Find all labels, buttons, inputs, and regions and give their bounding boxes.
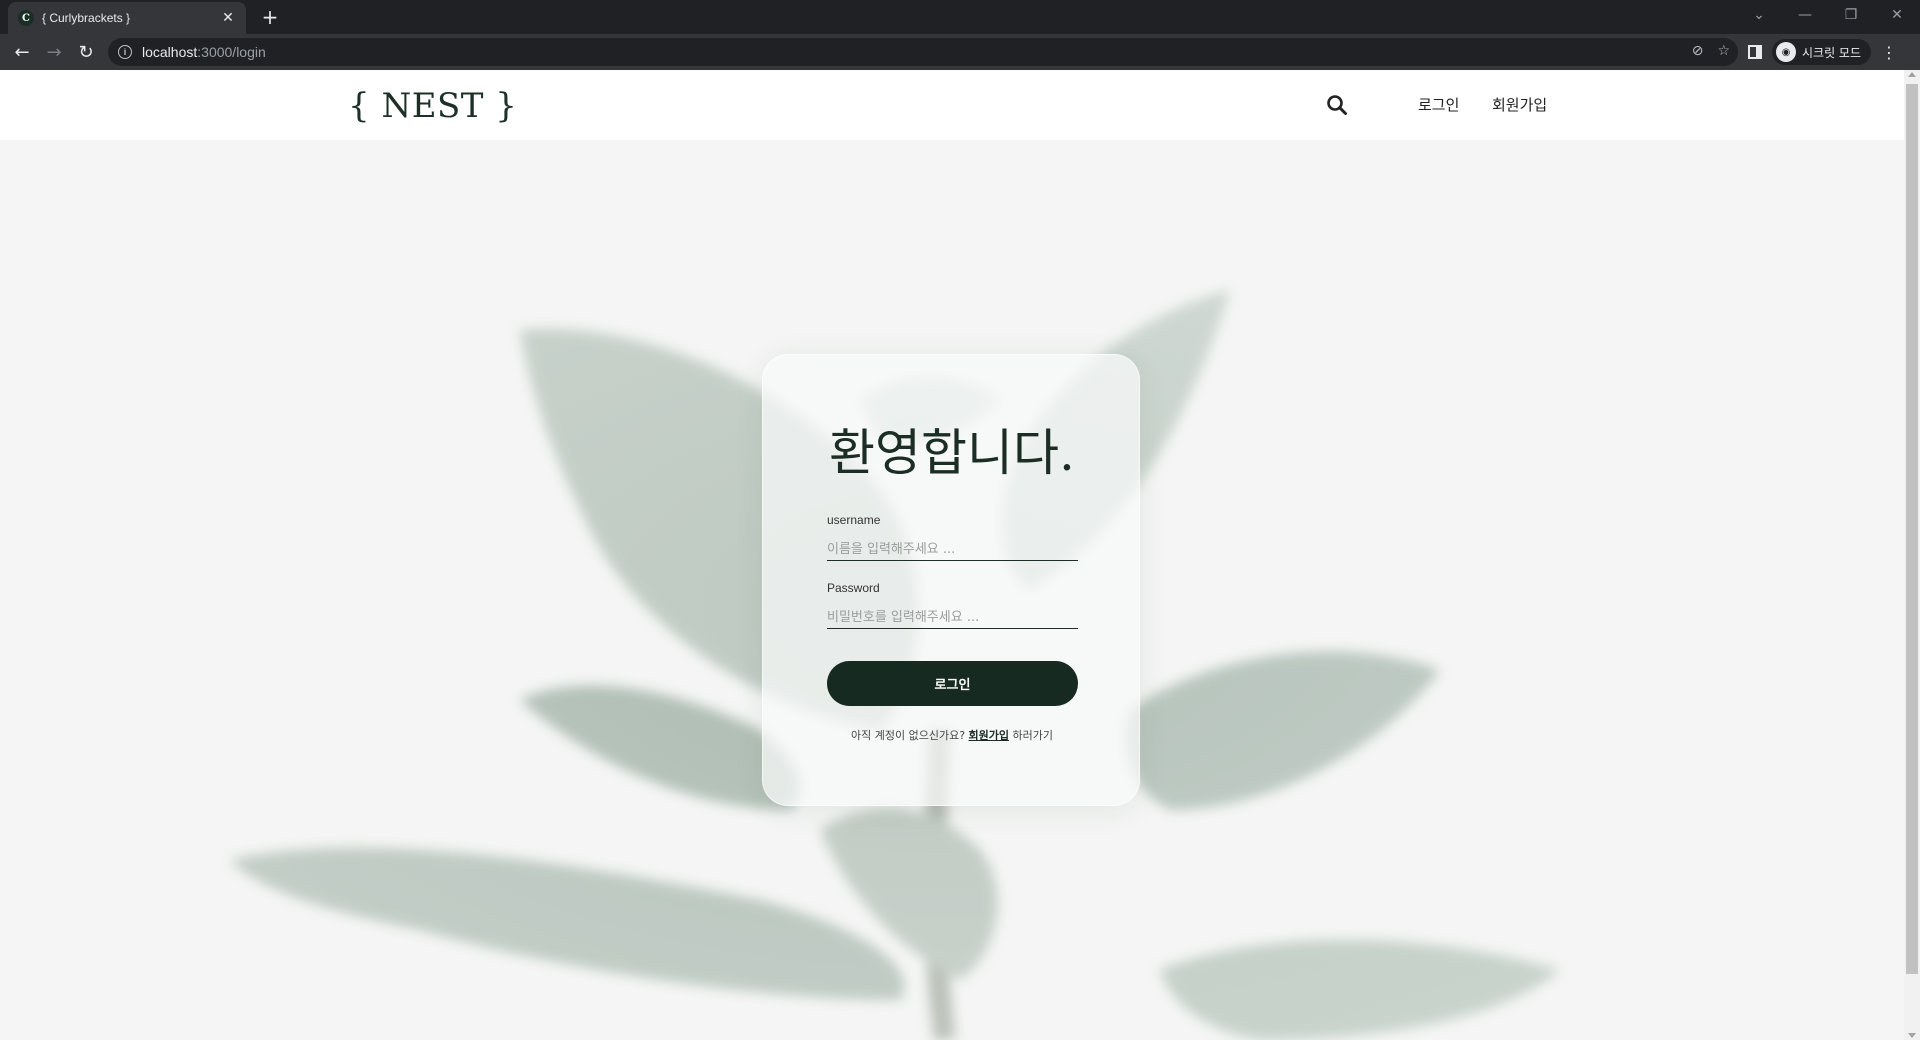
tab-close-icon[interactable]: ✕	[220, 10, 236, 26]
incognito-icon: ◉	[1776, 42, 1796, 62]
forward-icon[interactable]: →	[40, 38, 68, 66]
close-window-button[interactable]: ✕	[1874, 0, 1920, 30]
tab-favicon-icon: C	[18, 10, 34, 26]
info-icon[interactable]: i	[118, 45, 132, 59]
browser-tab-bar: C { Curlybrackets } ✕ + ⌄ — ❐ ✕	[0, 0, 1920, 34]
username-input[interactable]	[827, 539, 1078, 561]
star-icon[interactable]: ☆	[1717, 43, 1730, 59]
tab-title: { Curlybrackets }	[42, 11, 131, 25]
signup-link[interactable]: 회원가입	[969, 729, 1009, 742]
nav-login-link[interactable]: 로그인	[1418, 94, 1459, 115]
scroll-up-arrow-icon[interactable]	[1908, 72, 1916, 77]
page-scrollbar[interactable]	[1904, 70, 1920, 1040]
page-viewport: { NEST } 로그인 회원가입 환영합니다. username Passwo…	[0, 70, 1904, 1040]
signup-prefix: 아직 계정이 없으신가요?	[851, 729, 966, 742]
restore-button[interactable]: ❐	[1828, 0, 1874, 30]
minimize-button[interactable]: —	[1782, 0, 1828, 30]
incognito-badge[interactable]: ◉ 시크릿 모드	[1772, 39, 1872, 65]
login-button[interactable]: 로그인	[827, 661, 1078, 706]
url-host: localhost	[142, 44, 198, 60]
nav-signup-link[interactable]: 회원가입	[1492, 94, 1547, 115]
login-card: 환영합니다. username Password 로그인 아직 계정이 없으신가…	[762, 354, 1140, 806]
eye-off-icon[interactable]: ⊘	[1692, 43, 1704, 59]
new-tab-button[interactable]: +	[258, 6, 282, 30]
back-icon[interactable]: ←	[8, 38, 36, 66]
site-header: { NEST } 로그인 회원가입	[0, 70, 1904, 140]
password-input[interactable]	[827, 607, 1078, 629]
scroll-thumb[interactable]	[1906, 84, 1918, 974]
scroll-down-arrow-icon[interactable]	[1908, 1033, 1916, 1038]
window-controls: ⌄ — ❐ ✕	[1736, 0, 1920, 30]
incognito-label: 시크릿 모드	[1802, 45, 1862, 60]
browser-tab[interactable]: C { Curlybrackets } ✕	[8, 2, 246, 34]
reload-icon[interactable]: ↻	[72, 38, 100, 66]
welcome-title: 환영합니다.	[829, 424, 1075, 482]
password-label: Password	[827, 581, 880, 595]
url-path: :3000/login	[197, 44, 266, 60]
signup-suffix: 하러가기	[1012, 729, 1053, 742]
username-label: username	[827, 513, 881, 527]
browser-toolbar: ← → ↻ i localhost:3000/login ⊘ ☆ ◉ 시크릿 모…	[0, 34, 1920, 70]
tab-search-icon[interactable]: ⌄	[1736, 0, 1782, 30]
address-bar[interactable]: i localhost:3000/login ⊘ ☆	[108, 38, 1738, 66]
signup-hint: 아직 계정이 없으신가요? 회원가입 하러가기	[763, 727, 1141, 743]
side-panel-icon[interactable]	[1748, 45, 1762, 59]
search-icon[interactable]	[1326, 94, 1348, 116]
site-logo[interactable]: { NEST }	[348, 86, 517, 126]
menu-icon[interactable]: ⋮	[1881, 43, 1897, 62]
